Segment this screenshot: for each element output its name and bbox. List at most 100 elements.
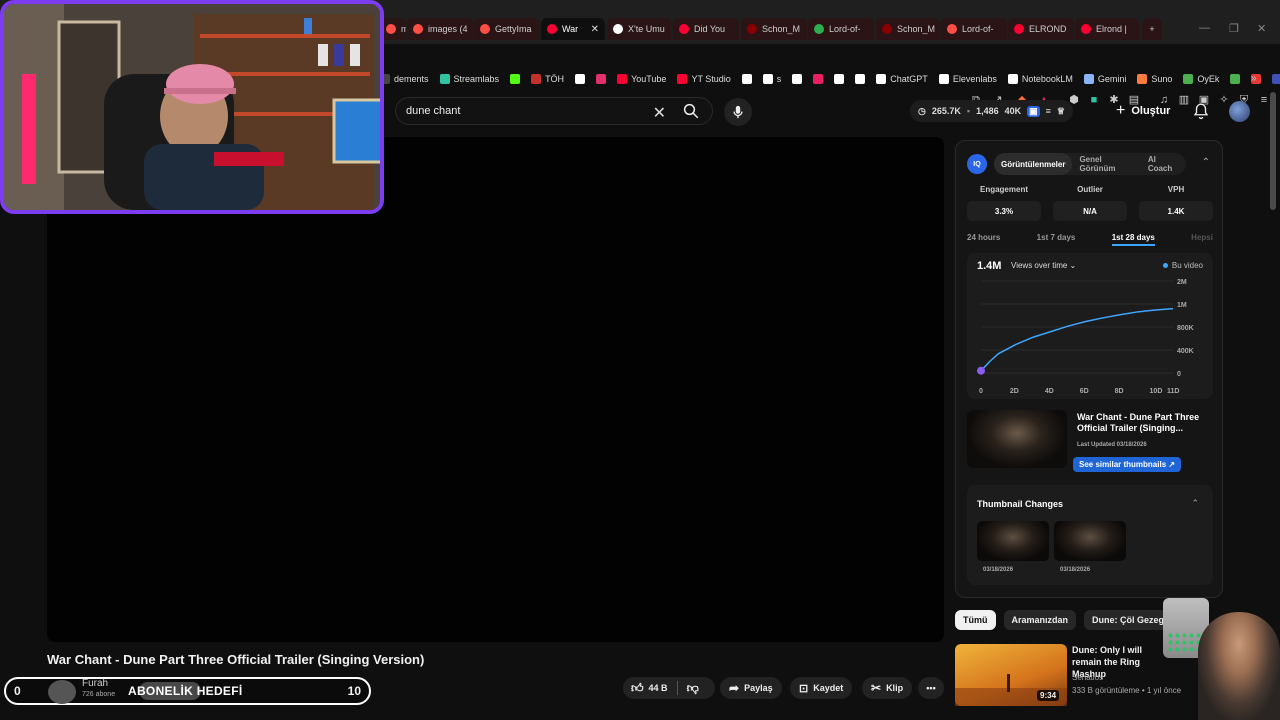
- share-button[interactable]: ➦ Paylaş: [720, 677, 782, 699]
- bookmark-item[interactable]: [792, 74, 803, 84]
- tab-views[interactable]: Görüntülenmeler: [994, 153, 1073, 175]
- search-icon[interactable]: [682, 102, 700, 120]
- bookmark-item[interactable]: Suno: [1137, 74, 1172, 84]
- clear-search-icon[interactable]: ✕: [653, 103, 666, 123]
- browser-tab[interactable]: Lord-of-: [808, 18, 874, 40]
- clip-button[interactable]: ✂ Klip: [862, 677, 913, 699]
- bookmark-item[interactable]: [510, 74, 521, 84]
- bookmark-favicon-icon: [876, 74, 887, 84]
- tab-overview[interactable]: Genel Görünüm: [1072, 153, 1140, 175]
- metric-value: 1.4K: [1139, 201, 1213, 221]
- browser-tab[interactable]: Schon_M: [741, 18, 807, 40]
- close-window-icon[interactable]: ✕: [1257, 22, 1266, 35]
- bookmark-item[interactable]: [741, 74, 752, 84]
- create-button[interactable]: + Oluştur: [1116, 100, 1170, 122]
- bookmark-item[interactable]: Streamlabs: [439, 74, 499, 84]
- save-button[interactable]: ⊡ Kaydet: [790, 677, 853, 699]
- minimize-icon[interactable]: —: [1199, 22, 1210, 34]
- goal-label: ABONELİK HEDEFİ: [128, 684, 243, 698]
- bookmark-item[interactable]: dements: [380, 74, 429, 84]
- current-video-card: War Chant - Dune Part Three Official Tra…: [967, 410, 1213, 472]
- browser-tab[interactable]: X'te Umu: [607, 18, 671, 40]
- notifications-bell-icon[interactable]: [1192, 102, 1210, 120]
- new-tab-button[interactable]: +: [1142, 18, 1162, 40]
- share-label: Paylaş: [744, 683, 773, 693]
- leo-icon[interactable]: ✧: [1218, 94, 1230, 106]
- browser-tab[interactable]: GettyIma: [474, 18, 540, 40]
- sidebar-icon[interactable]: ▥: [1178, 94, 1190, 106]
- bookmark-item[interactable]: [1230, 74, 1241, 84]
- subscriber-goal-overlay: 0 Furah 726 abone ABONELİK HEDEFİ 10: [4, 677, 371, 705]
- page-scrollbar[interactable]: [1270, 92, 1276, 210]
- bookmark-item[interactable]: Gemini: [1083, 74, 1126, 84]
- stat-subs: 1,486: [976, 106, 999, 116]
- range-all[interactable]: Hepsi: [1191, 233, 1213, 246]
- bookmark-label: YT Studio: [691, 74, 731, 84]
- like-dislike-group[interactable]: 👍︎ 44 B 👎︎: [623, 677, 715, 699]
- bookmark-favicon-icon: [677, 74, 688, 84]
- range-7d[interactable]: 1st 7 days: [1037, 233, 1076, 246]
- x-tick-label: 4D: [1045, 388, 1054, 395]
- bookmark-item[interactable]: ChatGPT: [876, 74, 928, 84]
- account-avatar[interactable]: [1229, 101, 1250, 122]
- browser-tab[interactable]: Did You: [673, 18, 739, 40]
- channel-stats-widget[interactable]: ◷ 265.7K ▪ 1,486 40K ▣ ≡ ♕: [910, 100, 1073, 122]
- bookmark-item[interactable]: s: [762, 74, 781, 84]
- thumbnail-version[interactable]: [1054, 521, 1126, 561]
- time-range-tabs: 24 hours 1st 7 days 1st 28 days Hepsi: [967, 233, 1213, 246]
- tab-ai-coach[interactable]: AI Coach: [1141, 153, 1186, 175]
- tab-label: Elrond |: [1096, 24, 1127, 34]
- bookmark-label: Elevenlabs: [952, 74, 997, 84]
- close-tab-icon[interactable]: ✕: [591, 24, 599, 35]
- bookmark-item[interactable]: [1272, 74, 1280, 84]
- recommended-meta: 333 B görüntüleme • 1 yıl önce: [1072, 686, 1182, 695]
- bookmark-item[interactable]: [813, 74, 824, 84]
- bookmark-item[interactable]: OyEk: [1183, 74, 1219, 84]
- channel-avatar[interactable]: [48, 680, 76, 704]
- browser-tab[interactable]: Schon_M: [876, 18, 940, 40]
- chart-start-point[interactable]: [977, 366, 985, 375]
- video-thumbnail[interactable]: [967, 410, 1067, 468]
- collapse-chevron-icon[interactable]: ⌃: [1191, 498, 1199, 509]
- bookmark-item[interactable]: YT Studio: [677, 74, 731, 84]
- bookmark-favicon-icon: [741, 74, 752, 84]
- channel-name[interactable]: Furah: [82, 678, 108, 689]
- bookmarks-overflow-icon[interactable]: »: [1251, 73, 1257, 84]
- collapse-chevron-icon[interactable]: ⌃: [1202, 157, 1210, 168]
- bookmark-item[interactable]: YouTube: [617, 74, 666, 84]
- bookmark-item[interactable]: [855, 74, 866, 84]
- range-28d[interactable]: 1st 28 days: [1111, 233, 1155, 246]
- extension-green-icon[interactable]: ■: [1088, 94, 1100, 106]
- bookmark-item[interactable]: [596, 74, 607, 84]
- search-input[interactable]: dune chant: [406, 105, 460, 117]
- like-icon[interactable]: 👍︎: [631, 681, 644, 696]
- more-actions-button[interactable]: •••: [918, 677, 944, 699]
- channel-subscribers: 726 abone: [82, 691, 116, 698]
- restore-icon[interactable]: ❐: [1229, 22, 1239, 35]
- search-box[interactable]: dune chant ✕: [395, 97, 713, 125]
- browser-tab[interactable]: Elrond |: [1075, 18, 1139, 40]
- browser-tab[interactable]: War ✕: [541, 18, 605, 40]
- bookmark-item[interactable]: TÖH: [531, 74, 564, 84]
- metric-outlier: Outlier N/A: [1053, 185, 1127, 221]
- bookmark-item[interactable]: [575, 74, 586, 84]
- chip-all[interactable]: Tümü: [955, 610, 996, 630]
- menu-icon[interactable]: ≡: [1258, 94, 1270, 106]
- thumbnail-version[interactable]: [977, 521, 1049, 561]
- bookmark-item[interactable]: NotebookLM: [1007, 74, 1073, 84]
- trophy-icon: ♕: [1056, 105, 1065, 116]
- bookmark-favicon-icon: [813, 74, 824, 84]
- chip-from-search[interactable]: Aramanızdan: [1003, 610, 1077, 630]
- dislike-icon[interactable]: 👎︎: [687, 681, 699, 696]
- voice-search-button[interactable]: [724, 98, 752, 126]
- bookmark-item[interactable]: [834, 74, 845, 84]
- browser-tab[interactable]: images (4: [407, 18, 473, 40]
- browser-tab[interactable]: Lord-of-: [941, 18, 1007, 40]
- browser-tab[interactable]: ELROND: [1008, 18, 1074, 40]
- list-icon: ≡: [1045, 106, 1051, 116]
- divider: [676, 681, 678, 695]
- similar-thumbnails-button[interactable]: See similar thumbnails ↗: [1073, 457, 1182, 472]
- chart-metric-dropdown[interactable]: Views over time ⌄: [1011, 261, 1076, 270]
- bookmark-item[interactable]: Elevenlabs: [938, 74, 997, 84]
- range-24h[interactable]: 24 hours: [967, 233, 1000, 246]
